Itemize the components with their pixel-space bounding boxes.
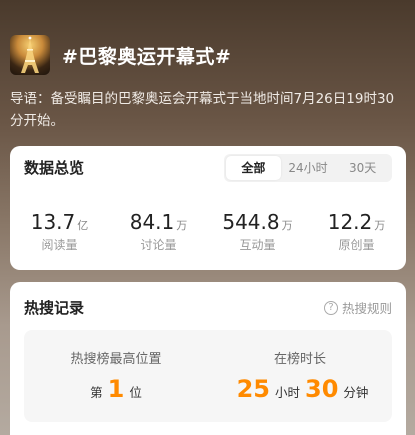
data-overview-card: 数据总览 全部 24小时 30天 13.7 亿 阅读量 84.1 万 讨论量 544… bbox=[10, 146, 406, 270]
question-mark-icon: ? bbox=[323, 300, 338, 315]
rank-prefix: 第 bbox=[90, 385, 103, 400]
stat-originals: 12.2 万 原创量 bbox=[307, 210, 406, 253]
hot-search-record-card: 热搜记录 ? 热搜规则 热搜榜最高位置 第 1 位 在榜时长 25 小时 30 … bbox=[10, 282, 406, 435]
stat-value: 12.2 bbox=[327, 210, 373, 234]
stat-label: 互动量 bbox=[239, 238, 276, 252]
stat-label: 阅读量 bbox=[41, 238, 78, 252]
stat-label: 原创量 bbox=[338, 238, 375, 252]
topic-thumbnail[interactable] bbox=[10, 35, 50, 75]
hot-search-title: 热搜记录 bbox=[24, 299, 85, 317]
time-range-tabs: 全部 24小时 30天 bbox=[224, 154, 392, 182]
hot-search-stats-box: 热搜榜最高位置 第 1 位 在榜时长 25 小时 30 分钟 bbox=[24, 330, 392, 422]
minutes-unit: 分钟 bbox=[343, 385, 369, 400]
rules-label: 热搜规则 bbox=[341, 301, 392, 316]
time-on-list-label: 在榜时长 bbox=[273, 352, 326, 367]
topic-header: #巴黎奥运开幕式# bbox=[10, 34, 410, 76]
tab-30-days[interactable]: 30天 bbox=[335, 156, 390, 180]
tab-24-hours[interactable]: 24小时 bbox=[281, 156, 336, 180]
time-on-list-value: 25 小时 30 分钟 bbox=[208, 375, 392, 403]
stat-unit: 万 bbox=[176, 219, 188, 232]
stat-discussions: 84.1 万 讨论量 bbox=[109, 210, 208, 253]
rank-number: 1 bbox=[107, 375, 125, 403]
stat-value: 13.7 bbox=[30, 210, 76, 234]
highest-position-block: 热搜榜最高位置 第 1 位 bbox=[24, 330, 208, 422]
stats-row: 13.7 亿 阅读量 84.1 万 讨论量 544.8 万 互动量 12.2 万 原创量 bbox=[10, 210, 406, 253]
stat-unit: 万 bbox=[374, 219, 386, 232]
stat-value: 544.8 bbox=[222, 210, 280, 234]
overview-title: 数据总览 bbox=[24, 159, 85, 177]
hours-unit: 小时 bbox=[274, 385, 300, 400]
tab-all[interactable]: 全部 bbox=[226, 156, 281, 180]
stat-label: 讨论量 bbox=[140, 238, 177, 252]
minutes-number: 30 bbox=[305, 375, 339, 403]
topic-guide-text: 导语：备受瞩目的巴黎奥运会开幕式于当地时间7月26日19时30分开始。 bbox=[10, 91, 395, 129]
rank-suffix: 位 bbox=[129, 385, 142, 400]
stat-unit: 万 bbox=[281, 219, 293, 232]
hot-search-rules-link[interactable]: ? 热搜规则 bbox=[323, 298, 392, 317]
eiffel-tower-icon bbox=[21, 36, 39, 73]
highest-position-label: 热搜榜最高位置 bbox=[70, 352, 162, 367]
stat-interactions: 544.8 万 互动量 bbox=[208, 210, 307, 253]
stat-unit: 亿 bbox=[77, 219, 89, 232]
stat-reads: 13.7 亿 阅读量 bbox=[10, 210, 109, 253]
time-on-list-block: 在榜时长 25 小时 30 分钟 bbox=[208, 330, 392, 422]
hours-number: 25 bbox=[236, 375, 270, 403]
highest-position-value: 第 1 位 bbox=[24, 375, 208, 403]
topic-title: #巴黎奥运开幕式# bbox=[62, 45, 232, 68]
stat-value: 84.1 bbox=[129, 210, 175, 234]
